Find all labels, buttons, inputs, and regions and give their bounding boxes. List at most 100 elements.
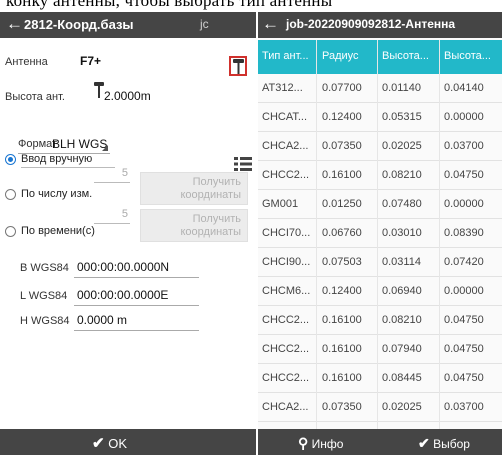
table-row[interactable]: CHCI70... 0.06760 0.03010 0.08390 (258, 219, 502, 248)
table-cell: GM001 (262, 198, 299, 210)
time-count-input[interactable]: 5 (94, 208, 130, 224)
table-cell: 0.03700 (444, 401, 484, 413)
coord-l-value[interactable]: 000:00:00.0000E (77, 288, 168, 302)
table-cell: 0.01140 (382, 82, 421, 94)
table-cell: 0.07480 (382, 198, 422, 210)
check-icon: ✔ (418, 435, 430, 451)
table-cell: 0.00000 (444, 198, 484, 210)
get-coordinates-measure-button[interactable]: Получить координаты (140, 172, 248, 205)
manual-entry-radio[interactable] (5, 154, 16, 165)
column-header-height-2[interactable]: Высота... (444, 50, 502, 62)
left-header: ← 2812-Коорд.базы jc (0, 12, 256, 38)
table-cell: 0.16100 (322, 314, 362, 326)
table-cell: 0.04750 (444, 169, 484, 181)
ok-button[interactable]: ✔ OK (92, 434, 127, 452)
info-button[interactable]: ⚲ Инфо (298, 435, 343, 452)
table-cell: 0.02025 (382, 401, 422, 413)
table-cell: 0.16100 (322, 343, 362, 355)
coord-row-b: B WGS84 000:00:00.0000N (20, 259, 220, 278)
measurements-count-input[interactable]: 5 (94, 167, 130, 183)
back-arrow-icon[interactable]: ← (6, 14, 23, 34)
table-row[interactable]: CHCI90... 0.07503 0.03114 0.07420 (258, 248, 502, 277)
column-header-type[interactable]: Тип ант... (262, 50, 314, 62)
column-header-height-1[interactable]: Высота... (382, 50, 434, 62)
format-value: BLH WGS (52, 137, 108, 151)
select-label: Выбор (433, 437, 470, 451)
back-arrow-icon[interactable]: ← (262, 14, 279, 34)
table-row[interactable]: AT312... 0.07700 0.01140 0.04140 (258, 74, 502, 103)
table-cell: 0.00000 (444, 111, 484, 123)
table-cell: 0.03700 (444, 140, 484, 152)
by-time-radio[interactable] (5, 226, 16, 237)
table-row[interactable]: CHCM6... 0.12400 0.06940 0.00000 (258, 277, 502, 306)
select-button[interactable]: ✔ Выбор (418, 435, 470, 452)
table-cell: 0.12400 (322, 285, 362, 297)
column-divider (377, 40, 378, 430)
table-cell: CHCC2... (262, 314, 310, 326)
search-info-icon: ⚲ (298, 435, 309, 451)
antenna-icon (233, 59, 244, 74)
coord-b-value[interactable]: 000:00:00.0000N (77, 260, 169, 274)
antenna-height-value[interactable]: 2.0000m (104, 89, 151, 103)
column-divider (439, 40, 440, 430)
base-coordinates-panel: ← 2812-Коорд.базы jc Антенна F7+ Высота … (0, 12, 256, 455)
table-cell: 0.07420 (444, 256, 484, 268)
table-cell: 0.08210 (382, 169, 422, 181)
coord-h-label: H WGS84 (20, 315, 70, 327)
coord-b-underline (74, 277, 199, 278)
table-cell: CHCC2... (262, 343, 310, 355)
table-row[interactable]: CHCC2... 0.16100 0.08445 0.04750 (258, 364, 502, 393)
table-cell: 0.07350 (322, 401, 362, 413)
table-cell: 0.16100 (322, 169, 362, 181)
antenna-height-label: Высота ант. (5, 91, 65, 103)
get-coordinates-time-button[interactable]: Получить координаты (140, 209, 248, 242)
info-label: Инфо (311, 437, 344, 451)
table-row[interactable]: CHCC2... 0.16100 0.07940 0.04750 (258, 335, 502, 364)
antenna-height-icon (94, 82, 104, 98)
table-cell: 0.08445 (382, 372, 422, 384)
by-time-label: По времени(с) (21, 225, 95, 237)
by-measurements-label: По числу изм. (21, 188, 93, 200)
column-header-radius[interactable]: Радиус (322, 50, 374, 62)
table-cell: 0.03010 (382, 227, 422, 239)
table-cell: 0.00000 (444, 285, 484, 297)
table-cell: 0.16100 (322, 372, 362, 384)
table-cell: CHCC2... (262, 169, 310, 181)
table-row[interactable]: CHCC2... 0.16100 0.08210 0.04750 (258, 306, 502, 335)
antenna-select-button[interactable] (229, 56, 247, 76)
table-cell: 0.08390 (444, 227, 484, 239)
antenna-label: Антенна (5, 56, 48, 68)
table-row[interactable]: CHCA2... 0.07350 0.02025 0.03700 (258, 393, 502, 422)
cropped-caption: конку антенны, чтобы выбрать тип антенны (0, 0, 502, 12)
table-cell: 0.06940 (382, 285, 422, 297)
list-icon[interactable] (234, 157, 252, 171)
table-cell: 0.01250 (322, 198, 362, 210)
table-row[interactable]: GM001 0.01250 0.07480 0.00000 (258, 190, 502, 219)
antenna-list-panel: ← job-20220909092812-Антенна Тип ант... … (258, 12, 502, 455)
table-cell: 0.12400 (322, 111, 362, 123)
format-select[interactable]: Формат BLH WGS (18, 136, 110, 154)
by-measurements-radio[interactable] (5, 189, 16, 200)
left-footer: ✔ OK (0, 429, 256, 455)
antenna-table-header: Тип ант... Радиус Высота... Высота... (258, 40, 502, 74)
table-cell: 0.05315 (382, 111, 422, 123)
table-cell: CHCAT... (262, 111, 308, 123)
coord-l-underline (74, 305, 199, 306)
coord-h-value[interactable]: 0.0000 m (77, 313, 127, 327)
coord-row-h: H WGS84 0.0000 m (20, 312, 220, 331)
table-row[interactable]: CHCA2... 0.07350 0.02025 0.03700 (258, 132, 502, 161)
coord-b-label: B WGS84 (20, 262, 69, 274)
table-cell: CHCA2... (262, 401, 309, 413)
table-cell: 0.08210 (382, 314, 422, 326)
table-row[interactable]: CHCAT... 0.12400 0.05315 0.00000 (258, 103, 502, 132)
table-cell: CHCA2... (262, 140, 309, 152)
table-cell: 0.04750 (444, 372, 484, 384)
check-icon: ✔ (92, 435, 105, 452)
screen: конку антенны, чтобы выбрать тип антенны… (0, 0, 502, 455)
table-cell: AT312... (262, 82, 303, 94)
coord-row-l: L WGS84 000:00:00.0000E (20, 287, 220, 306)
table-cell: CHCI70... (262, 227, 311, 239)
table-cell: 0.04750 (444, 343, 484, 355)
table-cell: CHCC2... (262, 372, 310, 384)
table-row[interactable]: CHCC2... 0.16100 0.08210 0.04750 (258, 161, 502, 190)
